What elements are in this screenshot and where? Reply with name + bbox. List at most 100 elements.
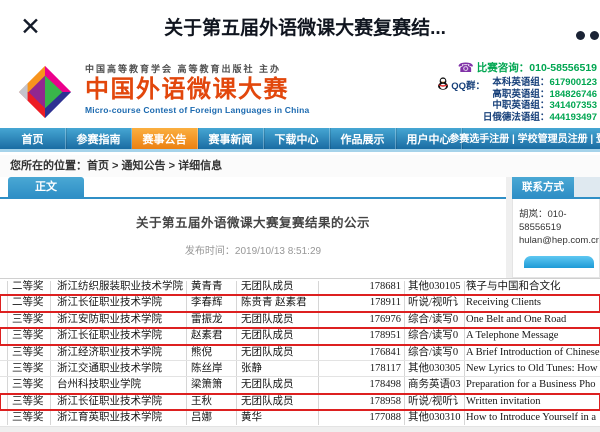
- table-row: 三等奖 浙江长征职业技术学院 王秋 无团队成员 178958 听说/视听讠 Wr…: [0, 394, 600, 410]
- cell-work-title: Written invitation: [466, 394, 600, 410]
- qq-group-name: 中职英语组：: [492, 100, 549, 111]
- cell-author: 李春辉: [191, 295, 223, 311]
- cell-school: 台州科技职业学院: [57, 377, 141, 393]
- cell-author: 黄青青: [191, 279, 223, 295]
- nav-item[interactable]: 作品展示: [330, 128, 396, 152]
- cell-author: 陈丝岸: [191, 361, 223, 377]
- contact-name: 胡岚：010-58556519: [519, 208, 599, 234]
- qq-block: QQ群： 本科英语组：617900123 高职英语组：184826746 中职英…: [367, 77, 597, 123]
- table-row: 三等奖 浙江长征职业技术学院 赵素君 无团队成员 178951 综合/读写0 A…: [0, 328, 600, 344]
- qq-group-line: 日俄德法语组：444193497: [367, 112, 597, 124]
- contact-qq-button[interactable]: [524, 256, 594, 268]
- cell-award: 三等奖: [12, 361, 44, 377]
- results-table: 二等奖 浙江纺织服装职业技术学院 黄青青 无团队成员 178681 其他0301…: [0, 278, 600, 426]
- page-title: 关于第五届外语微课大赛复赛结...: [60, 0, 550, 56]
- cell-award: 三等奖: [12, 312, 44, 328]
- cell-school: 浙江安防职业技术学院: [57, 312, 162, 328]
- nav-item-label: 用户中心: [407, 134, 451, 146]
- breadcrumb: 您所在的位置：首页 > 通知公告 > 详细信息: [0, 155, 600, 177]
- article-title: 关于第五届外语微课大赛复赛结果的公示: [0, 199, 506, 231]
- cell-team: 无团队成员: [241, 279, 294, 295]
- table-row: 三等奖 浙江安防职业技术学院 雷振龙 无团队成员 176976 综合/读写0 O…: [0, 312, 600, 328]
- cell-award: 三等奖: [12, 410, 44, 426]
- cell-award: 三等奖: [12, 328, 44, 344]
- cell-school: 浙江长征职业技术学院: [57, 328, 162, 344]
- content-area: 正文 关于第五届外语微课大赛复赛结果的公示 发布时间：2019/10/13 8:…: [0, 177, 600, 432]
- cell-author: 梁箫箫: [191, 377, 223, 393]
- cell-team: 无团队成员: [241, 328, 294, 344]
- nav-item[interactable]: 下载中心: [264, 128, 330, 152]
- cell-school: 浙江长征职业技术学院: [57, 394, 162, 410]
- consult-line: ☎比赛咨询：010-58556519: [367, 60, 597, 75]
- contact-box: 胡岚：010-58556519 hulan@hep.com.cn: [512, 199, 600, 278]
- cell-category: 综合/读写0: [408, 312, 465, 328]
- qq-group-name: 高职英语组：: [492, 89, 549, 100]
- contact-email: hulan@hep.com.cn: [519, 234, 599, 247]
- page: ✕ 关于第五届外语微课大赛复赛结... 中国高等教育学会 高等教育出版社 主办 …: [0, 0, 600, 432]
- register-links[interactable]: 参赛选手注册 | 学校管理员注册 | 登: [449, 128, 600, 152]
- cell-school: 浙江经济职业技术学院: [57, 345, 162, 361]
- cell-category: 其他030305: [408, 361, 465, 377]
- cell-entry-id: 177088: [322, 410, 401, 426]
- cell-school: 浙江交通职业技术学院: [57, 361, 162, 377]
- cell-category: 商务英语03: [408, 377, 465, 393]
- cell-award: 二等奖: [12, 295, 44, 311]
- table-row: 二等奖 浙江长征职业技术学院 李春辉 陈贵青 赵素君 178911 听说/视听讠…: [0, 295, 600, 311]
- cell-school: 浙江长征职业技术学院: [57, 295, 162, 311]
- nav-item-label: 赛事新闻: [209, 134, 253, 146]
- cell-category: 其他030310: [408, 410, 465, 426]
- tab-article-body: 正文: [8, 177, 84, 197]
- article: 关于第五届外语微课大赛复赛结果的公示 发布时间：2019/10/13 8:51:…: [0, 199, 506, 278]
- cell-work-title: One Belt and One Road: [466, 312, 600, 328]
- nav-item-label: 首页: [22, 134, 44, 146]
- tab-contact-info: 联系方式: [512, 177, 574, 197]
- table-row: 三等奖 台州科技职业学院 梁箫箫 无团队成员 178498 商务英语03 Pre…: [0, 377, 600, 393]
- contact-block: ☎比赛咨询：010-58556519 QQ群： 本科英语组：617900123: [367, 60, 597, 123]
- cell-work-title: Receiving Clients: [466, 295, 600, 311]
- site-header: 中国高等教育学会 高等教育出版社 主办 中国外语微课大赛 Micro-cours…: [0, 56, 600, 128]
- cell-entry-id: 178958: [322, 394, 401, 410]
- qq-groups-label: QQ群：: [451, 78, 485, 92]
- cell-author: 雷振龙: [191, 312, 223, 328]
- cell-entry-id: 178681: [322, 279, 401, 295]
- nav-item[interactable]: 赛事新闻: [198, 128, 264, 152]
- cell-school: 浙江纺织服装职业技术学院: [57, 279, 183, 295]
- qq-penguin-icon: [437, 77, 449, 95]
- cell-team: 张静: [241, 361, 262, 377]
- brand-block: 中国高等教育学会 高等教育出版社 主办 中国外语微课大赛 Micro-cours…: [85, 62, 309, 115]
- sidebar-tab-row: 联系方式: [512, 177, 600, 199]
- cell-work-title: A Brief Introduction of Chinese: [466, 345, 600, 361]
- more-menu-icon[interactable]: [571, 27, 600, 37]
- cell-award: 二等奖: [12, 279, 44, 295]
- qq-group-number: 341407353: [549, 100, 597, 111]
- breadcrumb-path[interactable]: 首页 > 通知公告 > 详细信息: [87, 160, 222, 172]
- nav-item-label: 赛事公告: [143, 134, 187, 146]
- cell-team: 无团队成员: [241, 377, 294, 393]
- nav-item[interactable]: 赛事公告: [132, 128, 198, 152]
- cell-category: 其他030105: [408, 279, 465, 295]
- breadcrumb-label: 您所在的位置：: [10, 160, 87, 172]
- cell-category: 听说/视听讠: [408, 394, 465, 410]
- cell-team: 无团队成员: [241, 345, 294, 361]
- site-logo-icon[interactable]: [16, 63, 74, 126]
- cell-author: 吕娜: [191, 410, 212, 426]
- cell-entry-id: 178911: [322, 295, 401, 311]
- phone-icon: ☎: [458, 60, 474, 75]
- nav-item[interactable]: 首页: [0, 128, 66, 152]
- cell-entry-id: 178498: [322, 377, 401, 393]
- cell-author: 赵素君: [191, 328, 223, 344]
- nav-register-links-wrap: 参赛选手注册 | 学校管理员注册 | 登: [449, 128, 600, 152]
- cell-work-title: A Telephone Message: [466, 328, 600, 344]
- cell-award: 三等奖: [12, 345, 44, 361]
- cell-work-title: 筷子与中国和合文化: [466, 279, 600, 295]
- table-row: 三等奖 浙江育英职业技术学院 吕娜 黄华 177088 其他030310 How…: [0, 410, 600, 426]
- cell-team: 无团队成员: [241, 394, 294, 410]
- qq-group-number: 444193497: [549, 112, 597, 123]
- cell-author: 熊倪: [191, 345, 212, 361]
- cell-team: 无团队成员: [241, 312, 294, 328]
- sponsor-line: 中国高等教育学会 高等教育出版社 主办: [85, 62, 309, 75]
- cell-team: 黄华: [241, 410, 262, 426]
- cell-entry-id: 178117: [322, 361, 401, 377]
- close-icon[interactable]: ✕: [20, 13, 41, 41]
- nav-item[interactable]: 参赛指南: [66, 128, 132, 152]
